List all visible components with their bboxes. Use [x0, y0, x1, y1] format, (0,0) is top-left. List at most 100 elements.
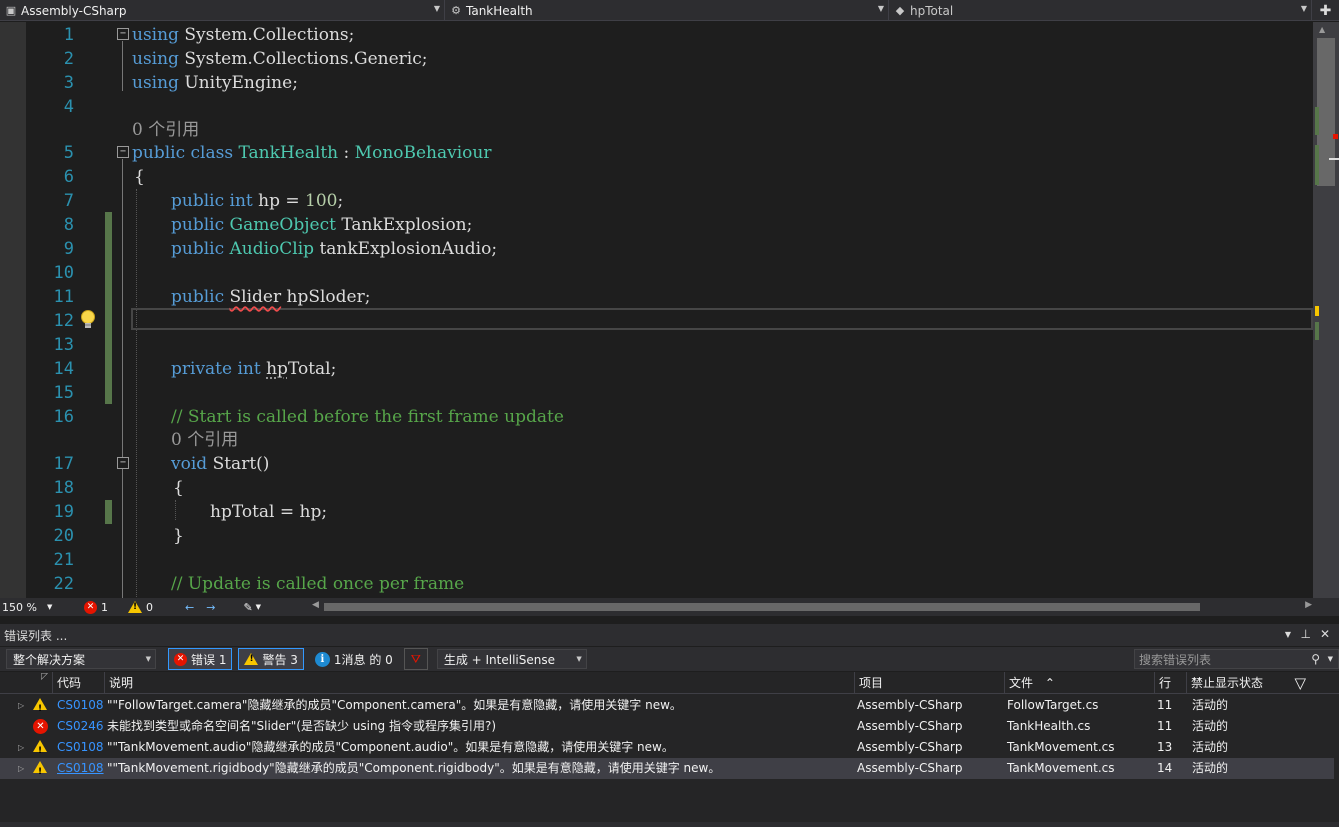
- collapse-toggle[interactable]: −: [117, 457, 129, 469]
- warning-count-indicator[interactable]: 0: [114, 598, 159, 616]
- scrollbar-thumb[interactable]: [324, 603, 1200, 611]
- search-input[interactable]: 搜索错误列表 ⚲ ▼: [1134, 649, 1339, 669]
- codelens-references[interactable]: 0 个引用: [171, 428, 238, 452]
- error-row[interactable]: ▷ CS0108 ""FollowTarget.camera"隐藏继承的成员"C…: [0, 695, 1334, 720]
- chevron-down-icon: ▼: [46, 603, 53, 611]
- code-line: hpTotal = hp;: [210, 502, 328, 522]
- header-suppression[interactable]: 禁止显示状态 ▽: [1186, 672, 1334, 694]
- error-line: 11: [1157, 719, 1173, 733]
- chevron-down-icon[interactable]: ▼: [1328, 655, 1333, 663]
- error-count-indicator[interactable]: ✕ 1: [64, 598, 114, 616]
- error-file: TankMovement.cs: [1007, 761, 1115, 775]
- horizontal-scrollbar[interactable]: ◀ ▶: [312, 598, 1312, 616]
- search-placeholder: 搜索错误列表: [1139, 652, 1212, 667]
- chevron-down-icon: ▼: [433, 4, 440, 13]
- warning-icon: [128, 601, 142, 613]
- search-icon[interactable]: ⚲: [1311, 652, 1320, 666]
- scope-value: 整个解决方案: [13, 652, 86, 667]
- csharp-project-icon: ▣: [5, 4, 17, 17]
- code-line: using System.Collections.Generic;: [132, 49, 428, 69]
- header-suppression-label: 禁止显示状态: [1191, 676, 1264, 690]
- line-number: 6: [63, 167, 74, 187]
- code-editor[interactable]: 1 2 3 4 5 6 7 8 9 10 11 12 13 14 15 16 1…: [0, 22, 1339, 598]
- scroll-left-icon[interactable]: ◀: [312, 600, 319, 610]
- filter-icon[interactable]: ▽: [1294, 672, 1306, 694]
- scope-dropdown[interactable]: 整个解决方案 ▼: [6, 649, 156, 669]
- navigate-back-button[interactable]: ←: [159, 598, 200, 616]
- error-description: ""FollowTarget.camera"隐藏继承的成员"Component.…: [107, 698, 682, 712]
- line-number: 14: [53, 359, 74, 379]
- expand-icon[interactable]: ▷: [18, 737, 24, 758]
- error-code-link[interactable]: CS0108: [54, 758, 104, 779]
- line-number: 10: [53, 263, 74, 283]
- line-number: 4: [63, 97, 74, 117]
- scrollbar-thumb[interactable]: [1317, 38, 1335, 186]
- warning-count: 0: [146, 600, 153, 614]
- change-marker: [1315, 107, 1319, 135]
- collapse-toggle[interactable]: −: [117, 146, 129, 158]
- code-cleanup-button[interactable]: ✎ ▼: [221, 598, 267, 616]
- header-project[interactable]: 项目: [854, 672, 1004, 694]
- errors-filter-button[interactable]: ✕ 错误 1: [168, 648, 233, 670]
- fold-line: [122, 41, 123, 91]
- error-row[interactable]: ▷ CS0108 ""TankMovement.audio"隐藏继承的成员"Co…: [0, 737, 1334, 762]
- line-number: 21: [53, 550, 74, 570]
- error-code-link[interactable]: CS0246: [54, 716, 104, 737]
- error-project: Assembly-CSharp: [857, 740, 963, 754]
- codelens-references[interactable]: 0 个引用: [132, 118, 199, 142]
- line-number: 18: [53, 478, 74, 498]
- filter-build-button[interactable]: ⛛: [403, 648, 428, 670]
- header-severity[interactable]: ◸: [0, 672, 52, 694]
- chevron-down-icon: ▼: [1300, 4, 1307, 13]
- build-source-dropdown[interactable]: 生成 + IntelliSense ▼: [436, 649, 587, 669]
- scroll-right-icon[interactable]: ▶: [1305, 600, 1312, 610]
- header-file[interactable]: 文件 ⌃: [1004, 672, 1154, 694]
- warnings-filter-label: 警告 3: [262, 652, 298, 667]
- error-state: 活动的: [1192, 719, 1229, 733]
- error-count: 1: [101, 600, 108, 614]
- line-number: 8: [63, 215, 74, 235]
- line-number: 20: [53, 526, 74, 546]
- error-state: 活动的: [1192, 740, 1229, 754]
- error-description: 未能找到类型或命名空间名"Slider"(是否缺少 using 指令或程序集引用…: [107, 719, 497, 733]
- error-list-grid: ◸ 代码 说明 项目 文件 ⌃ 行 禁止显示状态 ▽ ▷ CS0108 ""Fo…: [0, 672, 1339, 827]
- expand-icon[interactable]: ▷: [18, 695, 24, 716]
- expand-icon[interactable]: ▷: [18, 758, 24, 779]
- code-line: void Start(): [171, 454, 270, 474]
- error-row[interactable]: ✕ CS0246 未能找到类型或命名空间名"Slider"(是否缺少 using…: [0, 716, 1334, 737]
- vertical-scrollbar[interactable]: ▲: [1313, 22, 1339, 598]
- member-dropdown[interactable]: ◆ hpTotal ▼: [889, 0, 1312, 21]
- window-position-icon[interactable]: ▼: [1285, 630, 1291, 639]
- type-dropdown[interactable]: ⚙ TankHealth ▼: [445, 0, 889, 21]
- messages-filter-button[interactable]: i 1消息 的 0: [310, 648, 398, 670]
- current-line-highlight: [131, 308, 1313, 330]
- warnings-filter-button[interactable]: 警告 3: [238, 648, 304, 670]
- pin-icon[interactable]: ⊥: [1301, 627, 1311, 641]
- scroll-up-icon[interactable]: ▲: [1319, 25, 1325, 34]
- navigate-forward-button[interactable]: →: [200, 598, 221, 616]
- bottom-strip: [0, 822, 1339, 827]
- header-description[interactable]: 说明: [104, 672, 854, 694]
- code-line: {: [134, 167, 145, 187]
- sort-ascending-icon: ⌃: [1044, 676, 1055, 690]
- warning-icon: [33, 740, 47, 762]
- error-file: TankMovement.cs: [1007, 740, 1115, 754]
- grid-header: ◸ 代码 说明 项目 文件 ⌃ 行 禁止显示状态 ▽: [0, 672, 1339, 694]
- header-code[interactable]: 代码: [52, 672, 104, 694]
- member-name: hpTotal: [910, 3, 954, 18]
- collapse-toggle[interactable]: −: [117, 28, 129, 40]
- line-number: 13: [53, 335, 74, 355]
- lightbulb-icon[interactable]: [79, 309, 97, 331]
- error-code-link[interactable]: CS0108: [54, 695, 104, 716]
- editor-status-bar: 150 % ▼ ✕ 1 0 ← → ✎ ▼ ◀ ▶: [0, 598, 1339, 616]
- zoom-dropdown[interactable]: 150 % ▼: [0, 598, 64, 616]
- split-window-icon[interactable]: ✚: [1312, 0, 1339, 21]
- close-icon[interactable]: ✕: [1320, 627, 1330, 641]
- line-number: 17: [53, 454, 74, 474]
- code-line: {: [173, 478, 184, 498]
- project-dropdown[interactable]: ▣ Assembly-CSharp ▼: [0, 0, 445, 21]
- code-line: public Slider hpSloder;: [171, 287, 371, 307]
- header-line[interactable]: 行: [1154, 672, 1186, 694]
- error-code-link[interactable]: CS0108: [54, 737, 104, 758]
- error-row-selected[interactable]: ▷ CS0108 ""TankMovement.rigidbody"隐藏继承的成…: [0, 758, 1334, 783]
